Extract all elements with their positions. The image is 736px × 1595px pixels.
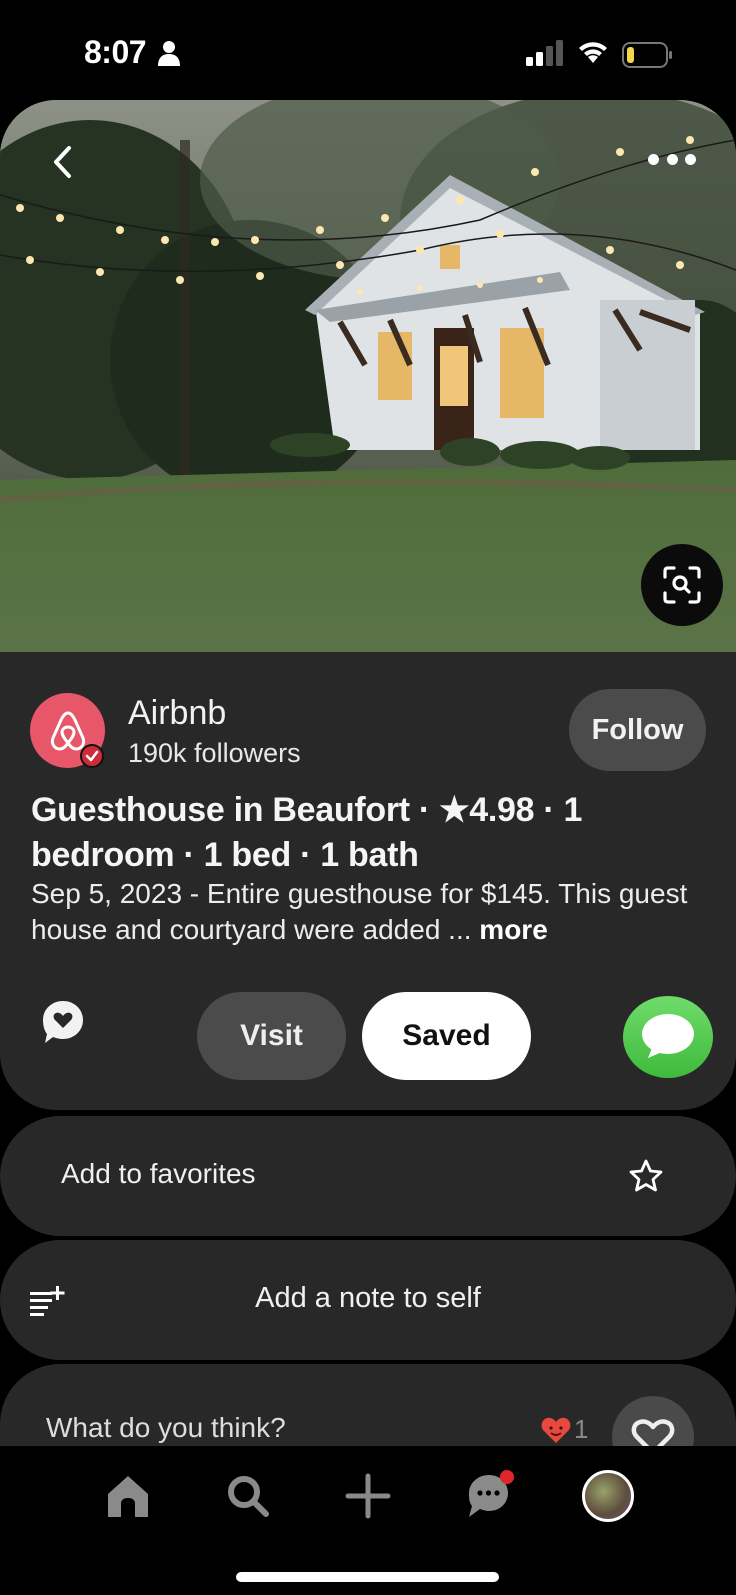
favorites-label: Add to favorites: [61, 1158, 256, 1189]
cellular-signal-icon: [526, 40, 563, 66]
person-icon: [158, 41, 180, 66]
guesthouse-photo: [0, 100, 736, 652]
airbnb-logo-icon: [50, 711, 85, 750]
home-indicator[interactable]: [236, 1572, 499, 1582]
pin-info-panel: Airbnb 190k followers Follow Guesthouse …: [0, 652, 736, 1110]
messages-icon: [642, 1014, 694, 1058]
verified-badge: [80, 744, 104, 768]
nav-messages[interactable]: [458, 1466, 518, 1526]
comment-button[interactable]: [38, 997, 88, 1047]
comment-input[interactable]: What do you think?: [46, 1412, 286, 1444]
saved-button[interactable]: Saved: [362, 992, 531, 1080]
more-link[interactable]: more: [479, 914, 547, 945]
plus-icon: [345, 1473, 391, 1519]
checkmark-icon: [85, 750, 99, 762]
pin-title: Guesthouse in Beaufort · ★4.98 · 1 bedro…: [31, 791, 583, 874]
creator-name[interactable]: Airbnb: [128, 694, 226, 733]
pin-image[interactable]: [0, 100, 736, 652]
comment-heart-icon: [43, 1001, 83, 1043]
reaction-summary[interactable]: 1: [540, 1414, 588, 1445]
home-icon: [108, 1476, 148, 1517]
nav-search[interactable]: [218, 1466, 278, 1526]
bottom-navigation: [0, 1446, 736, 1595]
visual-search-icon: [663, 566, 701, 604]
add-to-favorites-button[interactable]: Add to favorites: [0, 1116, 736, 1236]
wifi-icon: [579, 42, 607, 63]
more-options-button[interactable]: [648, 144, 696, 174]
profile-avatar: [582, 1470, 634, 1522]
ellipsis-dot: [666, 153, 678, 165]
share-via-messages-button[interactable]: [623, 996, 713, 1078]
visit-button[interactable]: Visit: [197, 992, 346, 1080]
ellipsis-dot: [648, 153, 659, 165]
chevron-left-icon: [54, 146, 71, 178]
note-label: Add a note to self: [255, 1282, 481, 1314]
nav-profile[interactable]: [578, 1466, 638, 1526]
reaction-count: 1: [574, 1414, 589, 1444]
pin-description: Sep 5, 2023 - Entire guesthouse for $145…: [31, 876, 721, 948]
notification-dot: [500, 1470, 514, 1484]
status-time: 8:07: [84, 34, 147, 70]
follow-button[interactable]: Follow: [569, 689, 706, 771]
back-button[interactable]: [40, 140, 84, 184]
ellipsis-dot: [685, 153, 696, 165]
description-text: Sep 5, 2023 - Entire guesthouse for $145…: [31, 878, 688, 945]
status-bar: 8:07: [0, 0, 736, 100]
add-note-button[interactable]: Add a note to self: [0, 1240, 736, 1360]
nav-create[interactable]: [338, 1466, 398, 1526]
star-outline-icon: [629, 1159, 663, 1192]
heart-smile-icon: [541, 1417, 571, 1443]
search-icon: [228, 1476, 269, 1517]
visual-search-button[interactable]: [641, 544, 723, 626]
follower-count: 190k followers: [128, 738, 301, 768]
nav-home[interactable]: [98, 1466, 158, 1526]
battery-low-icon: [622, 42, 672, 68]
